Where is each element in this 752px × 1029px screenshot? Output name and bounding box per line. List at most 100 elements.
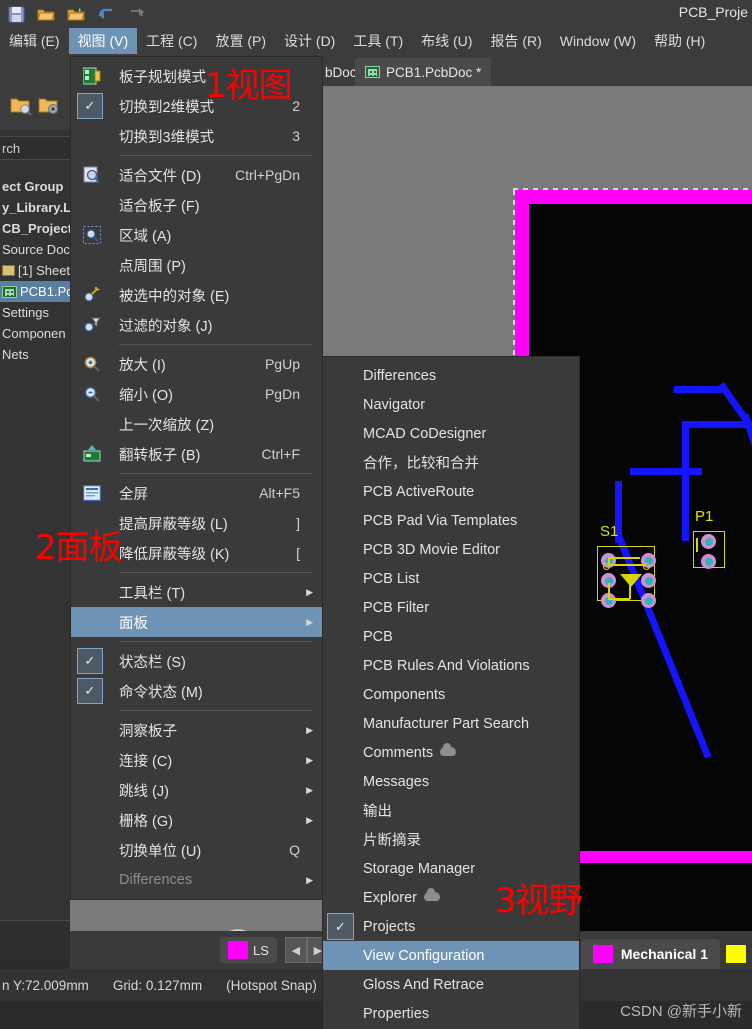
menubar-item-1[interactable]: 视图 (V) — [69, 28, 138, 55]
menubar-item-2[interactable]: 工程 (C) — [137, 28, 206, 55]
layer-tab-mechanical-1[interactable]: Mechanical 1 — [581, 939, 720, 969]
project-tree-row[interactable]: Nets — [0, 344, 70, 365]
component-designator-p1: P1 — [695, 508, 713, 525]
layer-prev-button[interactable]: ◀ — [285, 937, 307, 963]
panels-submenu-item[interactable]: PCB List — [323, 564, 579, 593]
project-tree-row[interactable]: y_Library.L — [0, 197, 70, 218]
view-menu-item-shortcut: ] — [296, 515, 300, 531]
window-title: PCB_Proje — [679, 4, 748, 20]
search-input[interactable]: rch — [0, 136, 70, 160]
panels-submenu-item[interactable]: Gloss And Retrace — [323, 970, 579, 999]
open-folder-icon[interactable] — [32, 1, 60, 27]
silkscreen-line — [696, 538, 698, 552]
view-menu-item-label: 命令状态 (M) — [119, 681, 203, 702]
menubar-item-8[interactable]: Window (W) — [551, 30, 645, 53]
panels-submenu-item[interactable]: Messages — [323, 767, 579, 796]
panels-submenu-item-label: Storage Manager — [363, 861, 475, 877]
view-menu-item[interactable]: 洞察板子▶ — [71, 715, 322, 745]
silkscreen-line — [608, 557, 640, 559]
undo-icon[interactable] — [92, 1, 120, 27]
project-tree-row[interactable]: ect Group — [0, 176, 70, 197]
view-menu-item[interactable]: 过滤的对象 (J) — [71, 310, 322, 340]
layer-tab-next[interactable] — [720, 939, 752, 969]
panels-submenu-item-label: PCB Rules And Violations — [363, 658, 530, 674]
view-menu-item[interactable]: 缩小 (O)PgDn — [71, 379, 322, 409]
panels-submenu-item[interactable]: PCB — [323, 622, 579, 651]
panels-submenu-item[interactable]: 片断摘录 — [323, 825, 579, 854]
project-tree-row[interactable]: CB_Project. — [0, 218, 70, 239]
panels-submenu-item[interactable]: PCB Pad Via Templates — [323, 506, 579, 535]
panels-submenu-item[interactable]: MCAD CoDesigner — [323, 419, 579, 448]
panels-submenu-item[interactable]: Navigator — [323, 390, 579, 419]
project-tree-row[interactable]: Componen — [0, 323, 70, 344]
view-menu-item[interactable]: ✓命令状态 (M) — [71, 676, 322, 706]
view-menu-item[interactable]: 被选中的对象 (E) — [71, 280, 322, 310]
panels-submenu-item[interactable]: Manufacturer Part Search — [323, 709, 579, 738]
view-menu-item[interactable]: 连接 (C)▶ — [71, 745, 322, 775]
panels-submenu-item[interactable]: Properties — [323, 999, 579, 1028]
view-menu-item[interactable]: 全屏Alt+F5 — [71, 478, 322, 508]
panels-submenu-item[interactable]: 输出 — [323, 796, 579, 825]
view-menu-item[interactable]: ✓状态栏 (S) — [71, 646, 322, 676]
menubar-item-5[interactable]: 工具 (T) — [344, 28, 412, 55]
menubar-item-6[interactable]: 布线 (U) — [412, 28, 481, 55]
red-annotation: 3视野 — [495, 873, 582, 922]
view-menu-item[interactable]: 切换到3维模式3 — [71, 121, 322, 151]
pad[interactable] — [701, 554, 716, 569]
panels-submenu: DifferencesNavigator MCAD CoDesigner 合作，比较… — [322, 356, 580, 1029]
panels-submenu-item[interactable]: PCB Filter — [323, 593, 579, 622]
panels-submenu-item[interactable]: PCB Rules And Violations — [323, 651, 579, 680]
save-icon[interactable] — [2, 1, 30, 27]
browse-folder-icon[interactable] — [10, 96, 32, 120]
panels-submenu-item[interactable]: Components — [323, 680, 579, 709]
pad[interactable] — [641, 593, 656, 608]
view-menu-item[interactable]: 适合板子 (F) — [71, 190, 322, 220]
view-menu-item-label: 全屏 — [119, 483, 148, 504]
view-menu-item-label: 适合文件 (D) — [119, 165, 201, 186]
panels-submenu-item[interactable]: PCB ActiveRoute — [323, 477, 579, 506]
pad[interactable] — [701, 534, 716, 549]
view-menu-item[interactable]: 区域 (A) — [71, 220, 322, 250]
view-menu-item[interactable]: 栅格 (G)▶ — [71, 805, 322, 835]
project-tree-row[interactable]: PCB1.Pcb — [0, 281, 70, 302]
status-snap-mode: (Hotspot Snap) — [224, 978, 317, 993]
silkscreen-line — [608, 583, 610, 599]
view-menu-item[interactable]: 点周围 (P) — [71, 250, 322, 280]
menubar-item-9[interactable]: 帮助 (H) — [645, 28, 714, 55]
selected-objects-icon — [81, 284, 103, 306]
pad[interactable] — [641, 573, 656, 588]
layer-ls-button[interactable]: LS — [220, 937, 277, 963]
view-menu-item[interactable]: 适合文件 (D)Ctrl+PgDn — [71, 160, 322, 190]
submenu-arrow-icon: ▶ — [306, 785, 313, 796]
panels-submenu-item[interactable]: View Configuration — [323, 941, 579, 970]
panels-submenu-item[interactable]: 合作，比较和合并 — [323, 448, 579, 477]
menubar-item-7[interactable]: 报告 (R) — [481, 28, 550, 55]
panels-submenu-item[interactable]: PCB 3D Movie Editor — [323, 535, 579, 564]
menubar-item-3[interactable]: 放置 (P) — [206, 28, 275, 55]
project-tree-row[interactable]: [1] Sheet — [0, 260, 70, 281]
menubar-item-4[interactable]: 设计 (D) — [275, 28, 344, 55]
project-tree-row[interactable]: Settings — [0, 302, 70, 323]
document-tab-pcb1[interactable]: PCB1.PcbDoc * — [355, 58, 491, 86]
view-menu-item[interactable]: 面板▶ — [71, 607, 322, 637]
view-menu-item[interactable]: 上一次缩放 (Z) — [71, 409, 322, 439]
view-menu-item[interactable]: 切换单位 (U)Q — [71, 835, 322, 865]
open-project-icon[interactable] — [62, 1, 90, 27]
project-tree-row[interactable]: Source Doc — [0, 239, 70, 260]
panels-submenu-item[interactable]: Comments — [323, 738, 579, 767]
folder-settings-icon[interactable] — [38, 96, 60, 120]
view-menu-item[interactable]: 跳线 (J)▶ — [71, 775, 322, 805]
view-menu-item[interactable]: 放大 (I)PgUp — [71, 349, 322, 379]
panels-submenu-item-label: 输出 — [363, 800, 392, 821]
menubar-item-0[interactable]: 编辑 (E) — [0, 28, 69, 55]
view-menu-item-label: 区域 (A) — [119, 225, 171, 246]
panels-submenu-item[interactable]: Differences — [323, 361, 579, 390]
menu-separator — [119, 641, 312, 642]
view-menu-item-label: 上一次缩放 (Z) — [119, 414, 214, 435]
silkscreen-line — [608, 564, 646, 566]
view-menu-item[interactable]: 工具栏 (T)▶ — [71, 577, 322, 607]
pcb-document-icon — [365, 66, 380, 78]
view-menu-item[interactable]: 翻转板子 (B)Ctrl+F — [71, 439, 322, 469]
panels-submenu-item-label: MCAD CoDesigner — [363, 426, 486, 442]
panel-bottom-area — [0, 920, 70, 959]
